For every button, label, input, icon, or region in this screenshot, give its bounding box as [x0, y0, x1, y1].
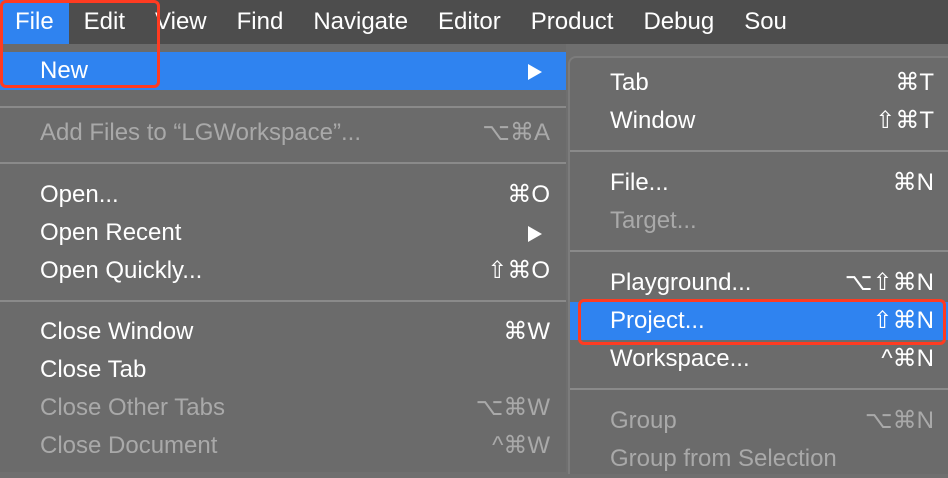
- submenu-item-group[interactable]: Group ⌥⌘N: [570, 402, 948, 440]
- menu-editor[interactable]: Editor: [423, 0, 516, 44]
- submenu-item-playground[interactable]: Playground... ⌥⇧⌘N: [570, 264, 948, 302]
- menu-edit[interactable]: Edit: [69, 0, 140, 44]
- menu-item-shortcut: ^⌘N: [881, 345, 934, 372]
- separator: [570, 250, 948, 252]
- menu-item-label: Target...: [610, 207, 697, 234]
- file-menu: New Add Files to “LGWorkspace”... ⌥⌘A Op…: [0, 44, 566, 472]
- triangle-right-icon: [528, 64, 542, 80]
- menu-product[interactable]: Product: [516, 0, 629, 44]
- menu-item-label: Close Document: [40, 432, 218, 459]
- menu-item-shortcut: ⌥⌘W: [475, 394, 550, 421]
- menu-item-label: Open...: [40, 181, 119, 208]
- submenu-item-target[interactable]: Target...: [570, 202, 948, 240]
- menu-item-shortcut: ⇧⌘O: [487, 257, 550, 284]
- menu-item-label: Add Files to “LGWorkspace”...: [40, 119, 361, 146]
- submenu-item-file[interactable]: File... ⌘N: [570, 164, 948, 202]
- menu-item-shortcut: ^⌘W: [492, 432, 550, 459]
- menu-item-shortcut: ⇧⌘T: [875, 107, 934, 134]
- separator: [0, 300, 566, 302]
- menu-view[interactable]: View: [140, 0, 222, 44]
- menu-item-shortcut: ⌘O: [507, 181, 550, 208]
- menu-item-label: New: [40, 57, 89, 84]
- menu-item-shortcut: ⌥⌘A: [482, 119, 550, 146]
- menu-bar: File Edit View Find Navigate Editor Prod…: [0, 0, 948, 44]
- menu-item-label: Close Tab: [40, 356, 147, 383]
- menu-item-label: Playground...: [610, 269, 752, 296]
- menu-find[interactable]: Find: [222, 0, 299, 44]
- submenu-item-tab[interactable]: Tab ⌘T: [570, 64, 948, 102]
- submenu-item-workspace[interactable]: Workspace... ^⌘N: [570, 340, 948, 378]
- separator: [0, 106, 566, 108]
- triangle-right-icon: [528, 226, 542, 242]
- menu-source-control[interactable]: Sou: [729, 0, 802, 44]
- menu-item-label: Window: [610, 107, 696, 134]
- separator: [570, 150, 948, 152]
- menu-item-label: Tab: [610, 69, 649, 96]
- menu-item-close-other-tabs[interactable]: Close Other Tabs ⌥⌘W: [0, 389, 566, 427]
- menu-navigate[interactable]: Navigate: [298, 0, 423, 44]
- menu-item-label: Close Other Tabs: [40, 394, 225, 421]
- menu-item-new[interactable]: New: [0, 52, 566, 90]
- menu-item-shortcut: ⌘T: [895, 69, 934, 96]
- menu-debug[interactable]: Debug: [628, 0, 729, 44]
- submenu-item-window[interactable]: Window ⇧⌘T: [570, 102, 948, 140]
- separator: [0, 162, 566, 164]
- menu-item-label: Close Window: [40, 318, 194, 345]
- separator: [570, 388, 948, 390]
- menu-item-shortcut: ⌘W: [503, 318, 550, 345]
- menu-item-close-document[interactable]: Close Document ^⌘W: [0, 427, 566, 465]
- menu-item-add-files[interactable]: Add Files to “LGWorkspace”... ⌥⌘A: [0, 114, 566, 152]
- submenu-item-project[interactable]: Project... ⇧⌘N: [570, 302, 948, 340]
- menu-item-label: Group from Selection: [610, 445, 837, 472]
- new-submenu: Tab ⌘T Window ⇧⌘T File... ⌘N Target... P…: [568, 56, 948, 474]
- menu-item-open-quickly[interactable]: Open Quickly... ⇧⌘O: [0, 252, 566, 290]
- menu-item-open[interactable]: Open... ⌘O: [0, 176, 566, 214]
- menu-item-label: File...: [610, 169, 669, 196]
- menu-item-shortcut: ⌥⌘N: [865, 407, 934, 434]
- menu-item-shortcut: ⇧⌘N: [872, 307, 934, 334]
- menu-item-shortcut: ⌘N: [892, 169, 934, 196]
- menu-item-label: Workspace...: [610, 345, 750, 372]
- menu-item-label: Open Quickly...: [40, 257, 203, 284]
- menu-item-label: Group: [610, 407, 677, 434]
- menu-item-shortcut: ⌥⇧⌘N: [844, 269, 934, 296]
- menu-item-close-window[interactable]: Close Window ⌘W: [0, 313, 566, 351]
- submenu-item-group-from-selection[interactable]: Group from Selection: [570, 440, 948, 478]
- menu-item-label: Project...: [610, 307, 705, 334]
- menu-item-close-tab[interactable]: Close Tab: [0, 351, 566, 389]
- menu-file[interactable]: File: [0, 0, 69, 44]
- menu-item-open-recent[interactable]: Open Recent: [0, 214, 566, 252]
- menu-item-label: Open Recent: [40, 219, 182, 246]
